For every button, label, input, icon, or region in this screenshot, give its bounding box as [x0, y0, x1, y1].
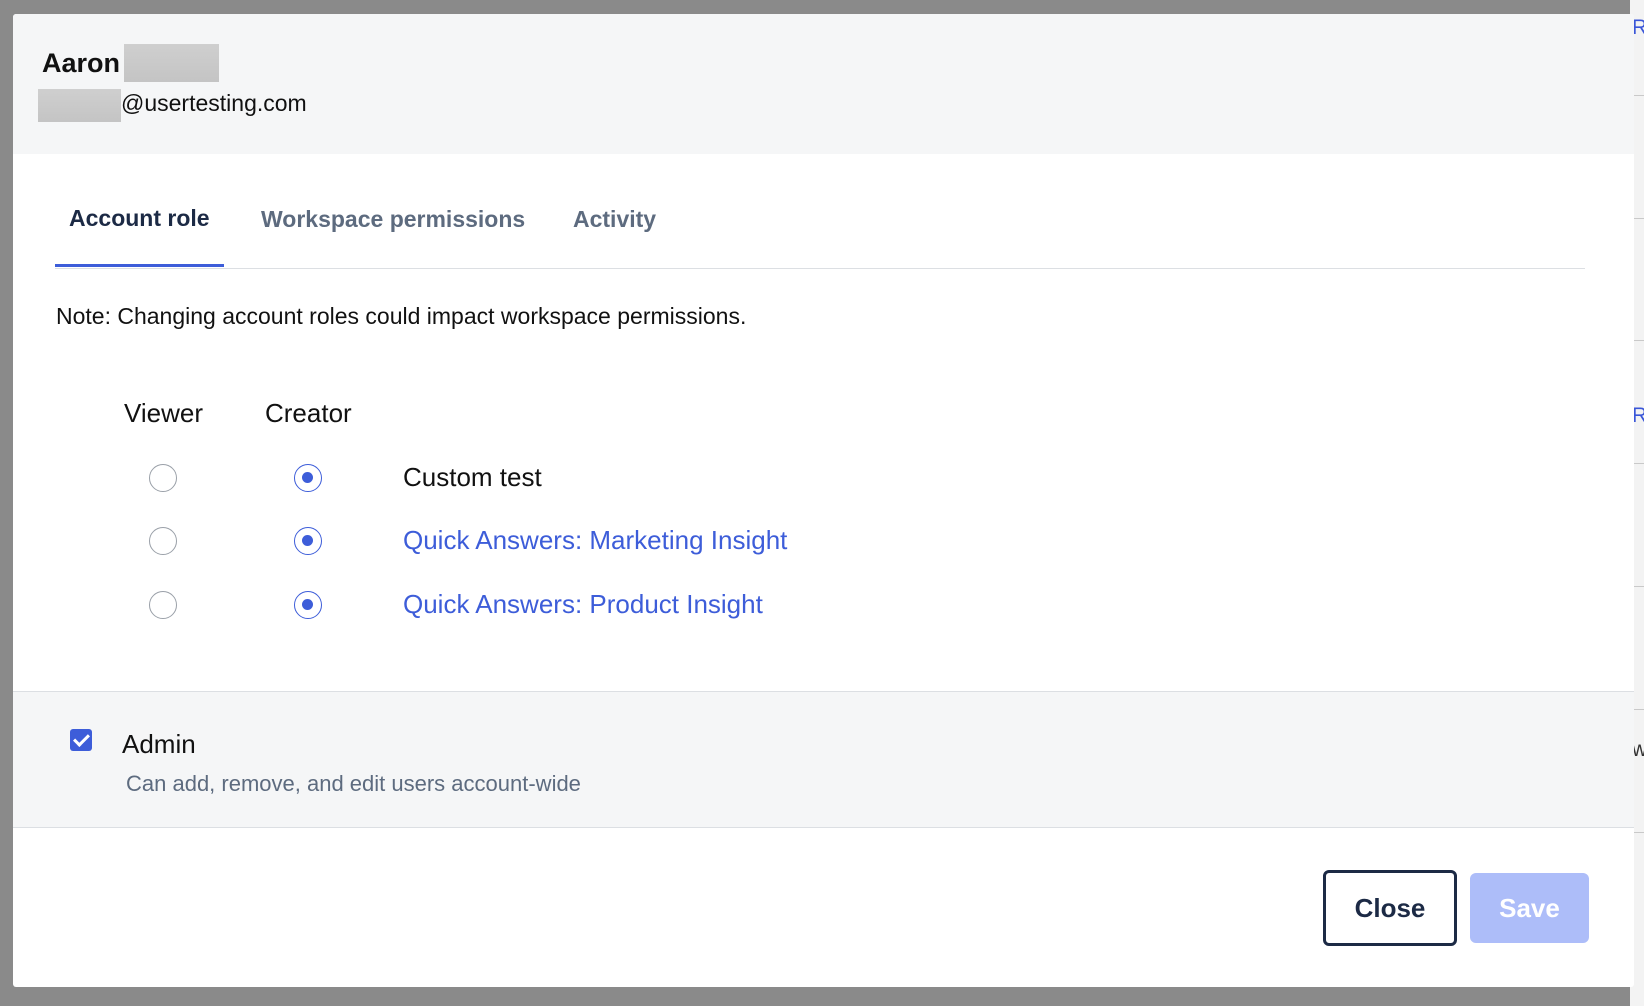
- admin-description: Can add, remove, and edit users account-…: [126, 771, 581, 796]
- modal-header: Aaron @usertesting.com: [13, 14, 1634, 154]
- tab-bar: Account role Workspace permissions Activ…: [55, 172, 1585, 269]
- admin-label: Admin: [122, 729, 196, 759]
- workspace-link-product-insight[interactable]: Quick Answers: Product Insight: [403, 589, 763, 620]
- tab-activity[interactable]: Activity: [573, 172, 656, 266]
- viewer-radio-marketing-insight[interactable]: [149, 527, 177, 555]
- tab-account-role[interactable]: Account role: [55, 172, 224, 267]
- user-first-name: Aaron: [42, 48, 121, 78]
- admin-section: Admin Can add, remove, and edit users ac…: [13, 691, 1634, 828]
- user-role-modal: Aaron @usertesting.com Account role Work…: [13, 14, 1634, 987]
- viewer-column-header: Viewer: [124, 398, 204, 428]
- save-button[interactable]: Save: [1470, 873, 1589, 943]
- viewer-radio-product-insight[interactable]: [149, 591, 177, 619]
- workspace-name-custom-test: Custom test: [403, 462, 542, 492]
- redacted-last-name: [124, 44, 219, 82]
- redacted-email-local-part: [38, 89, 121, 122]
- creator-column-header: Creator: [265, 398, 352, 428]
- workspace-link-marketing-insight[interactable]: Quick Answers: Marketing Insight: [403, 525, 787, 556]
- tab-workspace-permissions[interactable]: Workspace permissions: [261, 172, 525, 266]
- creator-radio-marketing-insight[interactable]: [294, 527, 322, 555]
- role-change-note: Note: Changing account roles could impac…: [56, 303, 747, 329]
- user-email-domain: @usertesting.com: [121, 90, 307, 116]
- admin-checkbox[interactable]: [70, 729, 92, 751]
- creator-radio-custom-test[interactable]: [294, 464, 322, 492]
- viewer-radio-custom-test[interactable]: [149, 464, 177, 492]
- close-button[interactable]: Close: [1323, 870, 1457, 946]
- creator-radio-product-insight[interactable]: [294, 591, 322, 619]
